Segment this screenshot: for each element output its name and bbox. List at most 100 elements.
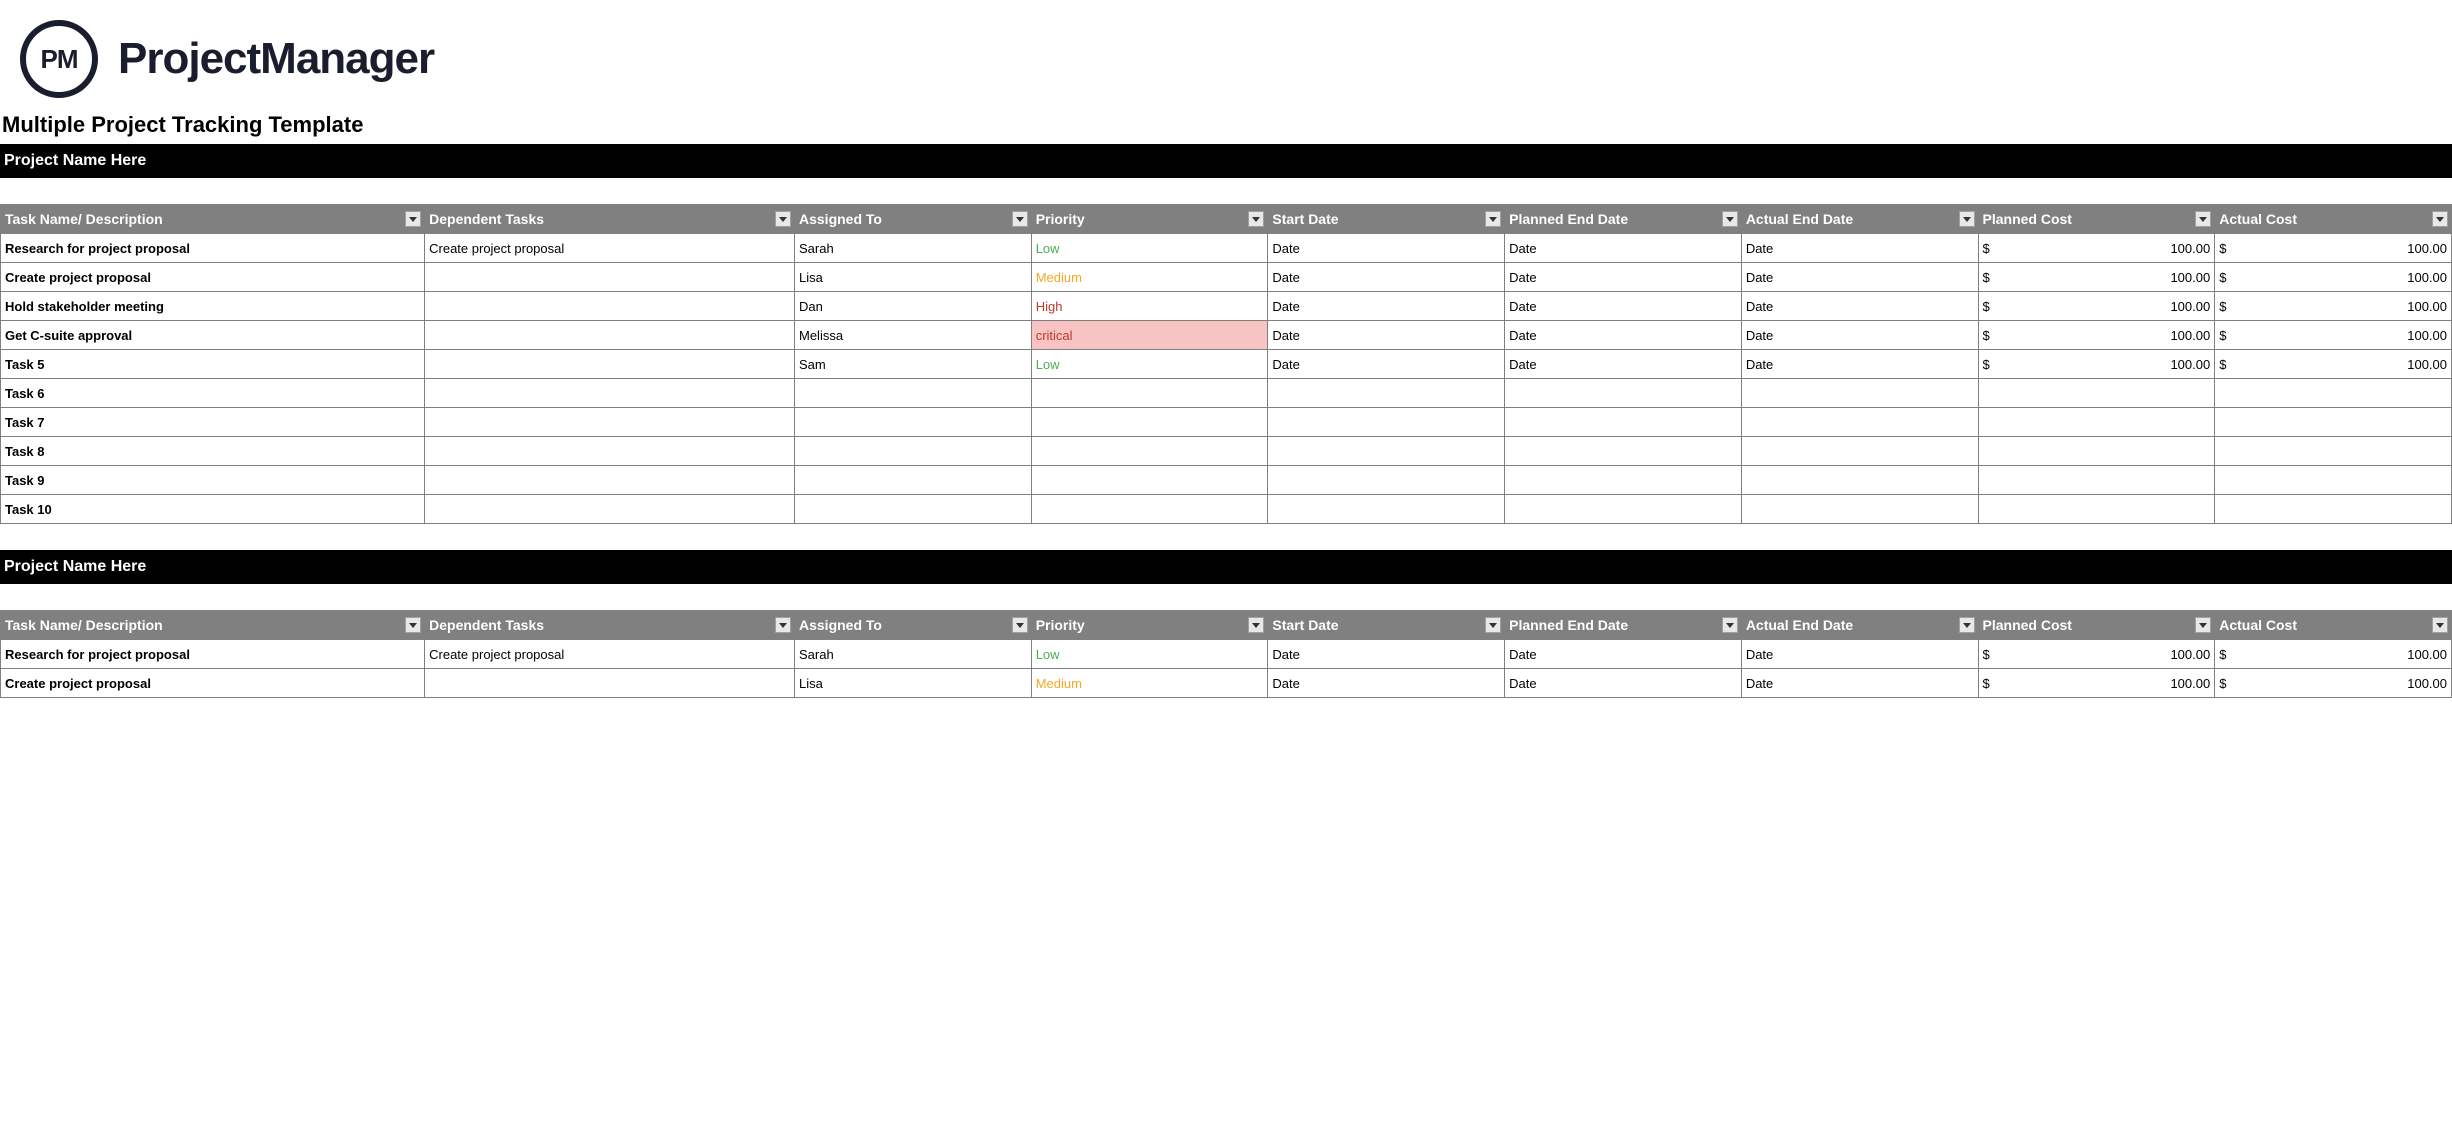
cell-assigned[interactable]: Lisa: [795, 263, 1032, 292]
cell-priority[interactable]: Low: [1031, 350, 1268, 379]
cell-actual_end[interactable]: Date: [1741, 640, 1978, 669]
cell-dependent[interactable]: [425, 292, 795, 321]
cell-planned_end[interactable]: [1505, 495, 1742, 524]
cell-actual_cost[interactable]: $100.00: [2215, 292, 2452, 321]
filter-dropdown-icon[interactable]: [1485, 211, 1501, 227]
cell-dependent[interactable]: [425, 350, 795, 379]
cell-task-name[interactable]: Task 6: [1, 379, 425, 408]
cell-actual_cost[interactable]: [2215, 437, 2452, 466]
cell-planned_cost[interactable]: $100.00: [1978, 234, 2215, 263]
cell-planned_cost[interactable]: [1978, 437, 2215, 466]
cell-assigned[interactable]: Sarah: [795, 640, 1032, 669]
filter-dropdown-icon[interactable]: [1485, 617, 1501, 633]
cell-actual_cost[interactable]: $100.00: [2215, 350, 2452, 379]
cell-actual_cost[interactable]: $100.00: [2215, 263, 2452, 292]
column-header-planned_cost[interactable]: Planned Cost: [1978, 611, 2215, 640]
filter-dropdown-icon[interactable]: [1722, 617, 1738, 633]
cell-dependent[interactable]: Create project proposal: [425, 640, 795, 669]
cell-planned_end[interactable]: Date: [1505, 234, 1742, 263]
cell-dependent[interactable]: [425, 263, 795, 292]
cell-priority[interactable]: High: [1031, 292, 1268, 321]
cell-start[interactable]: Date: [1268, 350, 1505, 379]
filter-dropdown-icon[interactable]: [2195, 617, 2211, 633]
cell-priority[interactable]: [1031, 466, 1268, 495]
filter-dropdown-icon[interactable]: [405, 211, 421, 227]
cell-planned_cost[interactable]: $100.00: [1978, 350, 2215, 379]
cell-actual_cost[interactable]: [2215, 466, 2452, 495]
cell-planned_cost[interactable]: [1978, 408, 2215, 437]
cell-dependent[interactable]: [425, 379, 795, 408]
cell-task-name[interactable]: Research for project proposal: [1, 234, 425, 263]
cell-assigned[interactable]: [795, 495, 1032, 524]
cell-assigned[interactable]: Lisa: [795, 669, 1032, 698]
column-header-assigned[interactable]: Assigned To: [795, 205, 1032, 234]
column-header-planned_cost[interactable]: Planned Cost: [1978, 205, 2215, 234]
cell-dependent[interactable]: [425, 466, 795, 495]
column-header-dependent[interactable]: Dependent Tasks: [425, 205, 795, 234]
cell-actual_end[interactable]: Date: [1741, 292, 1978, 321]
cell-task-name[interactable]: Task 10: [1, 495, 425, 524]
cell-priority[interactable]: [1031, 495, 1268, 524]
cell-actual_cost[interactable]: $100.00: [2215, 234, 2452, 263]
cell-dependent[interactable]: [425, 495, 795, 524]
column-header-priority[interactable]: Priority: [1031, 205, 1268, 234]
column-header-task[interactable]: Task Name/ Description: [1, 611, 425, 640]
filter-dropdown-icon[interactable]: [2195, 211, 2211, 227]
cell-planned_end[interactable]: Date: [1505, 350, 1742, 379]
cell-actual_cost[interactable]: $100.00: [2215, 669, 2452, 698]
cell-start[interactable]: [1268, 466, 1505, 495]
column-header-planned_end[interactable]: Planned End Date: [1505, 611, 1742, 640]
cell-planned_end[interactable]: Date: [1505, 263, 1742, 292]
cell-start[interactable]: Date: [1268, 321, 1505, 350]
cell-priority[interactable]: critical: [1031, 321, 1268, 350]
column-header-actual_end[interactable]: Actual End Date: [1741, 205, 1978, 234]
cell-dependent[interactable]: [425, 408, 795, 437]
cell-priority[interactable]: Medium: [1031, 669, 1268, 698]
cell-assigned[interactable]: Dan: [795, 292, 1032, 321]
cell-task-name[interactable]: Create project proposal: [1, 669, 425, 698]
cell-dependent[interactable]: [425, 669, 795, 698]
filter-dropdown-icon[interactable]: [1012, 617, 1028, 633]
cell-actual_end[interactable]: Date: [1741, 321, 1978, 350]
filter-dropdown-icon[interactable]: [1959, 617, 1975, 633]
filter-dropdown-icon[interactable]: [1012, 211, 1028, 227]
cell-actual_end[interactable]: [1741, 437, 1978, 466]
cell-actual_end[interactable]: [1741, 495, 1978, 524]
cell-priority[interactable]: Medium: [1031, 263, 1268, 292]
cell-assigned[interactable]: Sarah: [795, 234, 1032, 263]
filter-dropdown-icon[interactable]: [1248, 211, 1264, 227]
filter-dropdown-icon[interactable]: [1248, 617, 1264, 633]
cell-task-name[interactable]: Task 9: [1, 466, 425, 495]
column-header-actual_cost[interactable]: Actual Cost: [2215, 205, 2452, 234]
cell-task-name[interactable]: Create project proposal: [1, 263, 425, 292]
cell-task-name[interactable]: Task 7: [1, 408, 425, 437]
cell-assigned[interactable]: [795, 379, 1032, 408]
column-header-actual_end[interactable]: Actual End Date: [1741, 611, 1978, 640]
cell-start[interactable]: Date: [1268, 669, 1505, 698]
cell-planned_end[interactable]: Date: [1505, 669, 1742, 698]
cell-planned_cost[interactable]: [1978, 466, 2215, 495]
cell-actual_cost[interactable]: [2215, 495, 2452, 524]
filter-dropdown-icon[interactable]: [1959, 211, 1975, 227]
cell-planned_end[interactable]: Date: [1505, 292, 1742, 321]
cell-start[interactable]: [1268, 495, 1505, 524]
cell-assigned[interactable]: [795, 466, 1032, 495]
column-header-priority[interactable]: Priority: [1031, 611, 1268, 640]
cell-planned_end[interactable]: Date: [1505, 640, 1742, 669]
cell-assigned[interactable]: [795, 408, 1032, 437]
cell-actual_end[interactable]: Date: [1741, 234, 1978, 263]
cell-dependent[interactable]: Create project proposal: [425, 234, 795, 263]
cell-start[interactable]: [1268, 408, 1505, 437]
cell-task-name[interactable]: Task 5: [1, 350, 425, 379]
cell-actual_cost[interactable]: [2215, 379, 2452, 408]
cell-start[interactable]: Date: [1268, 640, 1505, 669]
cell-actual_end[interactable]: [1741, 379, 1978, 408]
column-header-start[interactable]: Start Date: [1268, 611, 1505, 640]
cell-priority[interactable]: Low: [1031, 640, 1268, 669]
cell-task-name[interactable]: Hold stakeholder meeting: [1, 292, 425, 321]
filter-dropdown-icon[interactable]: [2432, 617, 2448, 633]
cell-priority[interactable]: [1031, 379, 1268, 408]
filter-dropdown-icon[interactable]: [775, 211, 791, 227]
cell-actual_end[interactable]: Date: [1741, 350, 1978, 379]
cell-start[interactable]: Date: [1268, 292, 1505, 321]
